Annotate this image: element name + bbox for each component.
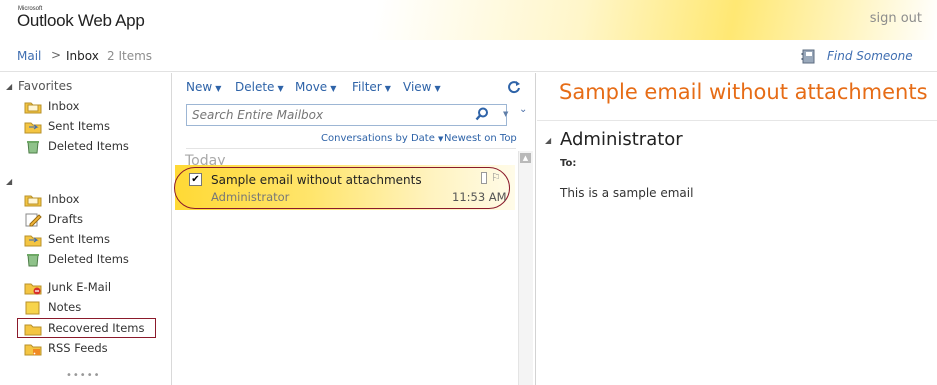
junk-mail-icon (24, 283, 42, 294)
new-button-label: New (186, 80, 213, 94)
chevron-down-icon: ▼ (438, 135, 444, 143)
favorites-item-sent-items[interactable]: Sent Items (24, 117, 110, 135)
sidebar-item-rss-feeds[interactable]: RSS Feeds (24, 339, 108, 357)
sidebar-item-label: Drafts (48, 212, 83, 226)
collapse-mailbox-icon[interactable]: ◢ (6, 177, 12, 186)
drafts-icon (25, 213, 42, 226)
message-checkbox[interactable]: ✔ (189, 173, 202, 186)
chevron-down-icon: ▼ (330, 84, 337, 93)
sidebar-item-label: Sent Items (48, 232, 110, 246)
sent-items-icon (24, 122, 42, 133)
sort-order-link[interactable]: Newest on Top (444, 133, 517, 144)
app-logo-title: Outlook Web App (17, 11, 145, 30)
sidebar-item-label: Deleted Items (48, 252, 129, 266)
sort-by-dropdown[interactable]: Conversations by Date ▼ (321, 133, 443, 144)
search-icon[interactable] (475, 107, 489, 121)
chevron-down-icon: ▼ (277, 84, 284, 93)
deleted-items-icon (27, 253, 39, 266)
delete-button-label: Delete (235, 80, 275, 94)
sidebar-item-deleted-items[interactable]: Deleted Items (24, 250, 129, 268)
move-button[interactable]: Move ▼ (295, 80, 336, 94)
item-count: 2 Items (107, 49, 153, 63)
breadcrumb-current-folder: Inbox (66, 49, 99, 63)
sent-items-icon (24, 235, 42, 246)
sidebar-item-notes[interactable]: Notes (24, 298, 81, 316)
reading-sender[interactable]: Administrator (560, 129, 683, 150)
refresh-icon[interactable] (507, 80, 521, 94)
scroll-up-icon[interactable]: ▲ (520, 153, 531, 163)
expand-search-icon[interactable]: ⌄ (519, 104, 527, 115)
filter-button-label: Filter (352, 80, 382, 94)
view-button-label: View (403, 80, 432, 94)
favorites-item-label: Sent Items (48, 119, 110, 133)
favorites-item-inbox[interactable]: Inbox (24, 97, 79, 115)
sidebar-item-label: Junk E-Mail (48, 280, 112, 294)
flag-icon[interactable]: ⚐ (491, 171, 501, 184)
deleted-items-icon (27, 140, 39, 153)
find-someone-link[interactable]: Find Someone (827, 49, 913, 63)
list-divider (186, 148, 516, 149)
search-options-dropdown-icon[interactable]: ▼ (503, 110, 508, 118)
breadcrumb-separator: > (51, 48, 62, 62)
filter-button[interactable]: Filter ▼ (352, 80, 391, 94)
breadcrumb-mail-link[interactable]: Mail (17, 49, 41, 63)
collapse-header-icon[interactable]: ◢ (545, 136, 551, 145)
message-subject: Sample email without attachments (211, 173, 422, 187)
view-button[interactable]: View ▼ (403, 80, 441, 94)
favorites-item-label: Deleted Items (48, 139, 129, 153)
sidebar-item-drafts[interactable]: Drafts (24, 210, 83, 228)
recovered-items-highlight (17, 318, 156, 338)
reading-divider (537, 120, 937, 121)
sort-by-label: Conversations by Date (321, 133, 435, 144)
rss-feeds-icon (24, 344, 42, 355)
delete-button[interactable]: Delete ▼ (235, 80, 284, 94)
favorites-header[interactable]: Favorites (18, 79, 72, 93)
new-button[interactable]: New ▼ (186, 80, 221, 94)
favorites-item-label: Inbox (48, 99, 80, 113)
notes-icon (25, 301, 40, 314)
chevron-down-icon: ▼ (434, 84, 441, 93)
category-icon[interactable] (481, 172, 487, 184)
message-time: 11:53 AM (452, 190, 507, 204)
reading-to-label: To: (560, 158, 577, 169)
inbox-folder-icon (24, 195, 42, 206)
sidebar-item-sent-items[interactable]: Sent Items (24, 230, 110, 248)
list-scrollbar[interactable] (518, 151, 533, 385)
sidebar-item-junk-email[interactable]: Junk E-Mail (24, 278, 111, 296)
pane-resize-handle[interactable]: ••••• (66, 370, 101, 381)
sidebar-item-label: RSS Feeds (48, 341, 108, 355)
sidebar-item-inbox[interactable]: Inbox (24, 190, 79, 208)
chevron-down-icon: ▼ (384, 84, 391, 93)
sidebar-item-label: Inbox (48, 192, 80, 206)
inbox-folder-icon (24, 102, 42, 113)
sidebar-item-label: Notes (48, 300, 82, 314)
sign-out-link[interactable]: sign out (870, 11, 922, 26)
move-button-label: Move (295, 80, 328, 94)
favorites-item-deleted-items[interactable]: Deleted Items (24, 137, 129, 155)
chevron-down-icon: ▼ (215, 84, 222, 93)
search-input[interactable] (192, 108, 452, 122)
collapse-favorites-icon[interactable]: ◢ (6, 82, 12, 91)
reading-body: This is a sample email (560, 186, 694, 200)
message-sender: Administrator (211, 190, 290, 204)
reading-subject: Sample email without attachments (559, 80, 928, 104)
address-book-icon[interactable] (801, 49, 817, 64)
